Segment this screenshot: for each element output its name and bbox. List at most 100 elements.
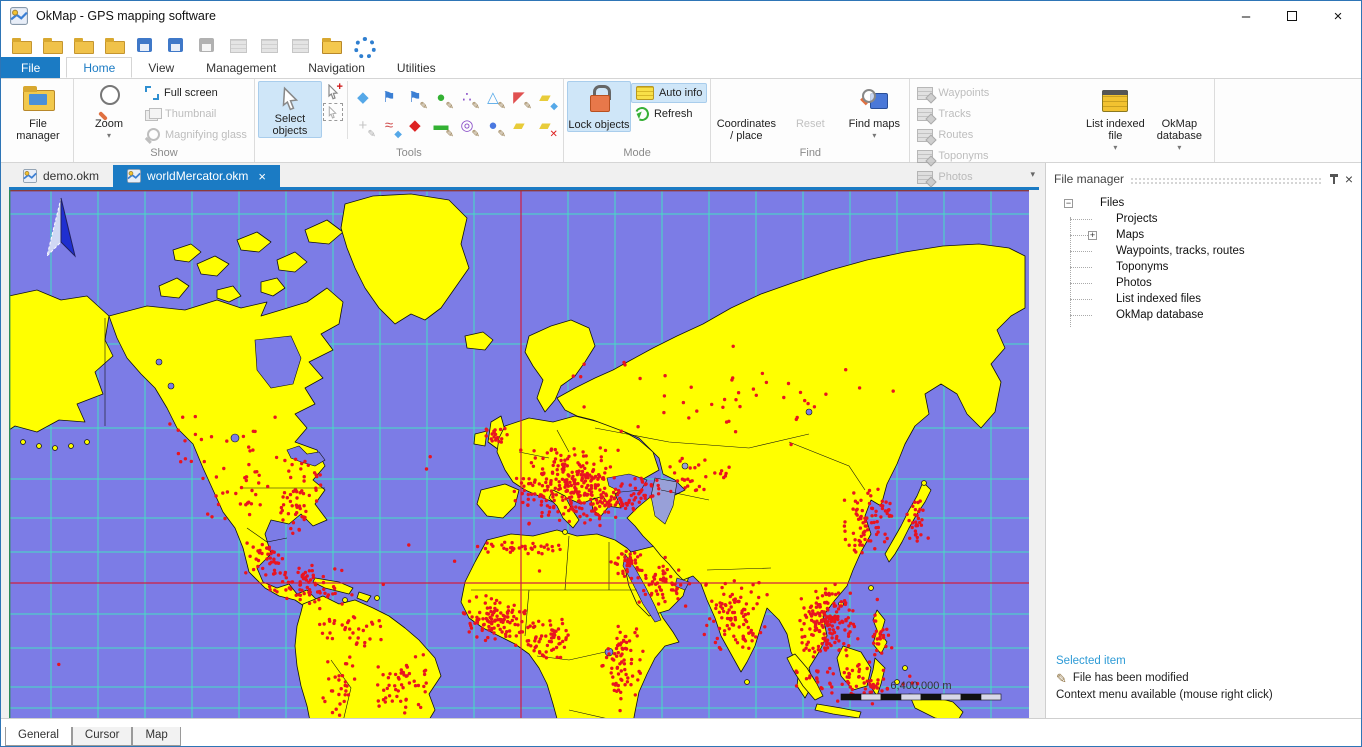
- file-manager-label: File manager: [6, 118, 70, 142]
- pin-icon[interactable]: [1329, 173, 1339, 185]
- document-tab[interactable]: worldMercator.okm ×: [113, 165, 280, 187]
- tool-button[interactable]: ≈ ◆: [377, 113, 401, 138]
- ribbon-group-find: Coordinates / place Reset Find maps ▾ Fi…: [711, 79, 910, 162]
- show-toggle[interactable]: Thumbnail: [141, 104, 251, 124]
- tab-overflow-chevron-icon[interactable]: ▾: [1030, 169, 1035, 180]
- window-title: OkMap - GPS mapping software: [36, 9, 216, 23]
- show-toggle-icon: [145, 128, 160, 143]
- qat-icon[interactable]: [226, 33, 253, 57]
- qat-icon[interactable]: [195, 33, 222, 57]
- document-tab[interactable]: demo.okm: [9, 165, 113, 187]
- bottom-tab-bar: General Cursor Map: [1, 727, 1361, 746]
- show-toggle[interactable]: Full screen: [141, 83, 251, 103]
- tool-button[interactable]: △ ✎: [481, 85, 505, 110]
- bottom-tab[interactable]: Cursor: [72, 727, 133, 746]
- find-button[interactable]: Find maps ▾: [842, 81, 906, 142]
- tree-item[interactable]: + Maps: [1054, 227, 1353, 243]
- bottom-tab[interactable]: General: [5, 727, 72, 746]
- app-icon: [10, 7, 28, 25]
- ribbon-tab[interactable]: View: [132, 57, 190, 78]
- tool-button[interactable]: ⚑: [377, 85, 401, 110]
- qat-icon[interactable]: [102, 33, 129, 57]
- tree-connector: [1070, 299, 1092, 300]
- qat-icon[interactable]: [164, 33, 191, 57]
- ribbon-tab[interactable]: Navigation: [292, 57, 381, 78]
- tree-item[interactable]: Photos: [1054, 275, 1353, 291]
- lock-objects-label: Lock objects: [568, 119, 629, 131]
- panel-title-bar: File manager ×: [1054, 169, 1353, 189]
- list-toggle-icon: [917, 150, 933, 163]
- rubberband-select-icon[interactable]: [323, 103, 343, 121]
- ribbon-tab[interactable]: File: [1, 57, 60, 78]
- qat-icon[interactable]: [350, 33, 377, 57]
- qat-icon[interactable]: [257, 33, 284, 57]
- mode-toggle[interactable]: Auto info: [631, 83, 707, 103]
- qat-icon[interactable]: [71, 33, 98, 57]
- find-button-icon: [860, 89, 888, 113]
- mode-toggle[interactable]: Refresh: [631, 104, 707, 124]
- tool-button[interactable]: ▬ ✎: [429, 113, 453, 138]
- lock-objects-button[interactable]: Lock objects: [567, 81, 631, 132]
- tool-button[interactable]: ▰: [507, 113, 531, 138]
- bottom-tab[interactable]: Map: [132, 727, 180, 746]
- main-area: ▾ demo.okm worldMercator.okm ×: [1, 163, 1361, 718]
- tree-item[interactable]: Waypoints, tracks, routes: [1054, 243, 1353, 259]
- tool-button[interactable]: ◎ ✎: [455, 113, 479, 138]
- tree-expander[interactable]: −: [1064, 199, 1073, 208]
- cursor-icon: [277, 85, 303, 113]
- find-button[interactable]: Coordinates / place: [714, 81, 778, 142]
- qat-icon[interactable]: [40, 33, 67, 57]
- ribbon-tab[interactable]: Management: [190, 57, 292, 78]
- panel-close-icon[interactable]: ×: [1345, 171, 1353, 187]
- tool-button[interactable]: ● ✎: [429, 85, 453, 110]
- show-toggle[interactable]: Magnifying glass: [141, 125, 251, 145]
- tool-icon: ●: [488, 117, 497, 134]
- tool-button[interactable]: ◆: [351, 85, 375, 110]
- qat-icon[interactable]: [319, 33, 346, 57]
- tool-button[interactable]: ∴ ✎: [455, 85, 479, 110]
- select-objects-button[interactable]: Select objects: [258, 81, 322, 138]
- find-button[interactable]: Reset: [778, 81, 842, 130]
- qat-icon[interactable]: [9, 33, 36, 57]
- map-canvas[interactable]: 6,400,000 m: [9, 190, 1029, 718]
- tool-button[interactable]: ● ✎: [481, 113, 505, 138]
- close-tab-icon[interactable]: ×: [258, 169, 266, 184]
- tool-overlay-icon: ◆: [550, 101, 558, 112]
- ribbon-group-tools: Select objects + ◆: [255, 79, 564, 162]
- tree-item[interactable]: Toponyms: [1054, 259, 1353, 275]
- group-label: [6, 147, 70, 162]
- add-selection-cursor-icon[interactable]: +: [323, 83, 343, 101]
- show-toggle-label: Full screen: [164, 87, 218, 99]
- list-toggle[interactable]: Routes: [913, 125, 999, 145]
- tool-button[interactable]: ⚑ ✎: [403, 85, 427, 110]
- ribbon-tab[interactable]: Home: [66, 57, 132, 78]
- title-bar: OkMap - GPS mapping software – ×: [1, 1, 1361, 31]
- folder-icon: [21, 84, 55, 118]
- list-big-button[interactable]: OkMap database ▾: [1147, 81, 1211, 154]
- close-button[interactable]: ×: [1315, 1, 1361, 31]
- tool-button[interactable]: + ✎: [351, 113, 375, 138]
- ribbon-tab[interactable]: Utilities: [381, 57, 452, 78]
- chevron-down-icon: ▾: [107, 130, 111, 142]
- tool-button[interactable]: ▰ ✕: [533, 113, 557, 138]
- list-toggle-label: Routes: [938, 129, 973, 141]
- list-toggle[interactable]: Waypoints: [913, 83, 999, 103]
- find-button-label: Coordinates / place: [714, 118, 778, 142]
- list-big-button[interactable]: List indexed file ▾: [1083, 81, 1147, 154]
- tool-button[interactable]: ▰ ◆: [533, 85, 557, 110]
- qat-icon[interactable]: [133, 33, 160, 57]
- qat-icon[interactable]: [288, 33, 315, 57]
- zoom-button[interactable]: Zoom ▾: [77, 81, 141, 142]
- tree-item[interactable]: Projects: [1054, 211, 1353, 227]
- tool-button[interactable]: ◤ ✎: [507, 85, 531, 110]
- tree-item[interactable]: OkMap database: [1054, 307, 1353, 323]
- list-toggle[interactable]: Tracks: [913, 104, 999, 124]
- tree-item[interactable]: − Files: [1054, 195, 1353, 211]
- tool-button[interactable]: ◆: [403, 113, 427, 138]
- tree-expander[interactable]: +: [1088, 231, 1097, 240]
- file-manager-button[interactable]: File manager: [6, 81, 70, 142]
- tree-item[interactable]: List indexed files: [1054, 291, 1353, 307]
- minimize-button[interactable]: –: [1223, 1, 1269, 31]
- world-map[interactable]: 6,400,000 m: [9, 190, 1029, 718]
- maximize-button[interactable]: [1269, 1, 1315, 31]
